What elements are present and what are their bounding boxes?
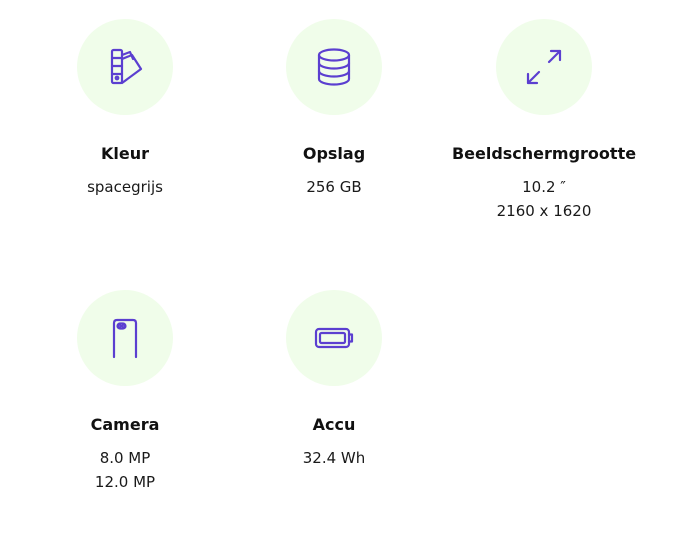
spec-value-camera-rear: 12.0 MP: [94, 473, 156, 491]
spec-value-color: spacegrijs: [87, 178, 163, 196]
spec-values-screen-size: 10.2 ″ 2160 x 1620: [444, 175, 644, 223]
spec-item-storage: Opslag 256 GB: [234, 19, 434, 199]
spec-value-storage: 256 GB: [306, 178, 362, 196]
specifications-grid: Kleur spacegrijs Opslag 256 GB Beeldsche…: [0, 0, 696, 553]
spec-values-storage: 256 GB: [234, 175, 434, 199]
spec-label-battery: Accu: [312, 415, 356, 434]
spec-label-storage: Opslag: [302, 144, 366, 163]
storage-database-icon: [286, 19, 382, 115]
color-swatch-icon: [77, 19, 173, 115]
spec-value-screen-diagonal: 10.2 ″: [522, 178, 566, 196]
spec-value-screen-resolution: 2160 x 1620: [496, 202, 592, 220]
spec-item-camera: Camera 8.0 MP 12.0 MP: [25, 290, 225, 494]
screen-size-arrows-icon: [496, 19, 592, 115]
battery-icon: [286, 290, 382, 386]
spec-label-screen-size: Beeldschermgrootte: [451, 144, 637, 163]
spec-label-color: Kleur: [100, 144, 149, 163]
spec-item-battery: Accu 32.4 Wh: [234, 290, 434, 470]
spec-value-battery-capacity: 32.4 Wh: [302, 449, 366, 467]
spec-label-camera: Camera: [90, 415, 160, 434]
spec-item-color: Kleur spacegrijs: [25, 19, 225, 199]
phone-camera-icon: [77, 290, 173, 386]
spec-values-camera: 8.0 MP 12.0 MP: [25, 446, 225, 494]
spec-item-screen-size: Beeldschermgrootte 10.2 ″ 2160 x 1620: [444, 19, 644, 223]
spec-values-color: spacegrijs: [25, 175, 225, 199]
spec-value-camera-front: 8.0 MP: [99, 449, 151, 467]
spec-values-battery: 32.4 Wh: [234, 446, 434, 470]
